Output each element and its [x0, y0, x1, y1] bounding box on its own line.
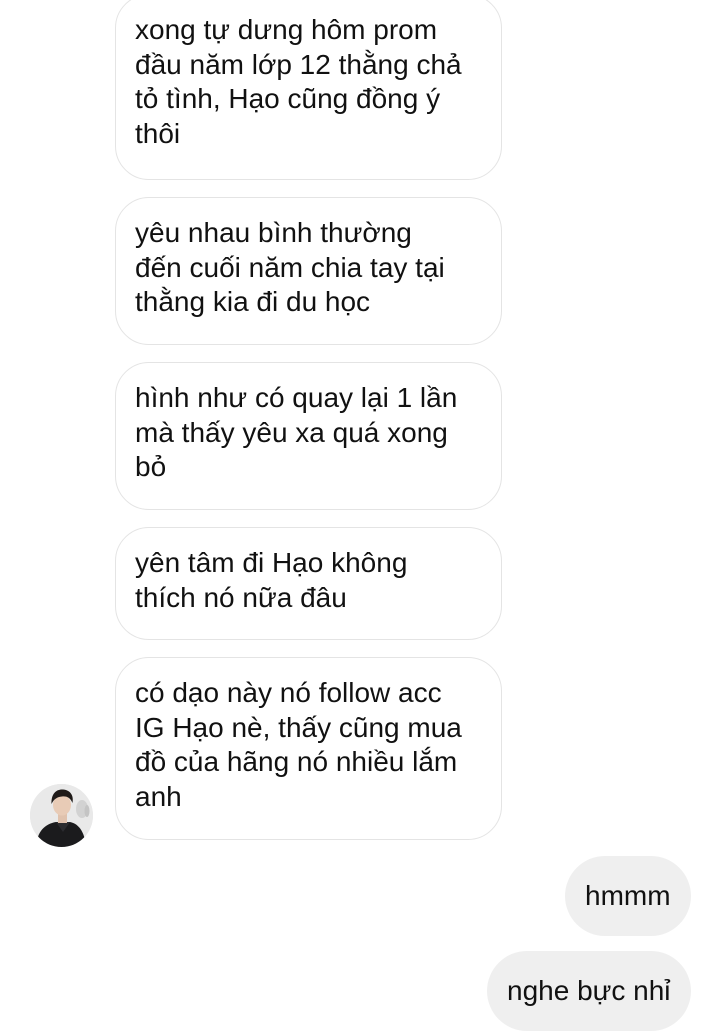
incoming-message[interactable]: xong tự dưng hôm prom đầu năm lớp 12 thằ… — [115, 0, 502, 180]
incoming-message[interactable]: có dạo này nó follow acc IG Hạo nè, thấy… — [115, 657, 502, 840]
outgoing-message[interactable]: nghe bực nhỉ — [487, 951, 691, 1031]
sender-avatar[interactable] — [30, 784, 93, 847]
incoming-message[interactable]: yêu nhau bình thường đến cuối năm chia t… — [115, 197, 502, 345]
incoming-message[interactable]: hình như có quay lại 1 lần mà thấy yêu x… — [115, 362, 502, 510]
incoming-message[interactable]: yên tâm đi Hạo không thích nó nữa đâu — [115, 527, 502, 640]
outgoing-message[interactable]: hmmm — [565, 856, 691, 936]
avatar-photo — [30, 784, 93, 847]
